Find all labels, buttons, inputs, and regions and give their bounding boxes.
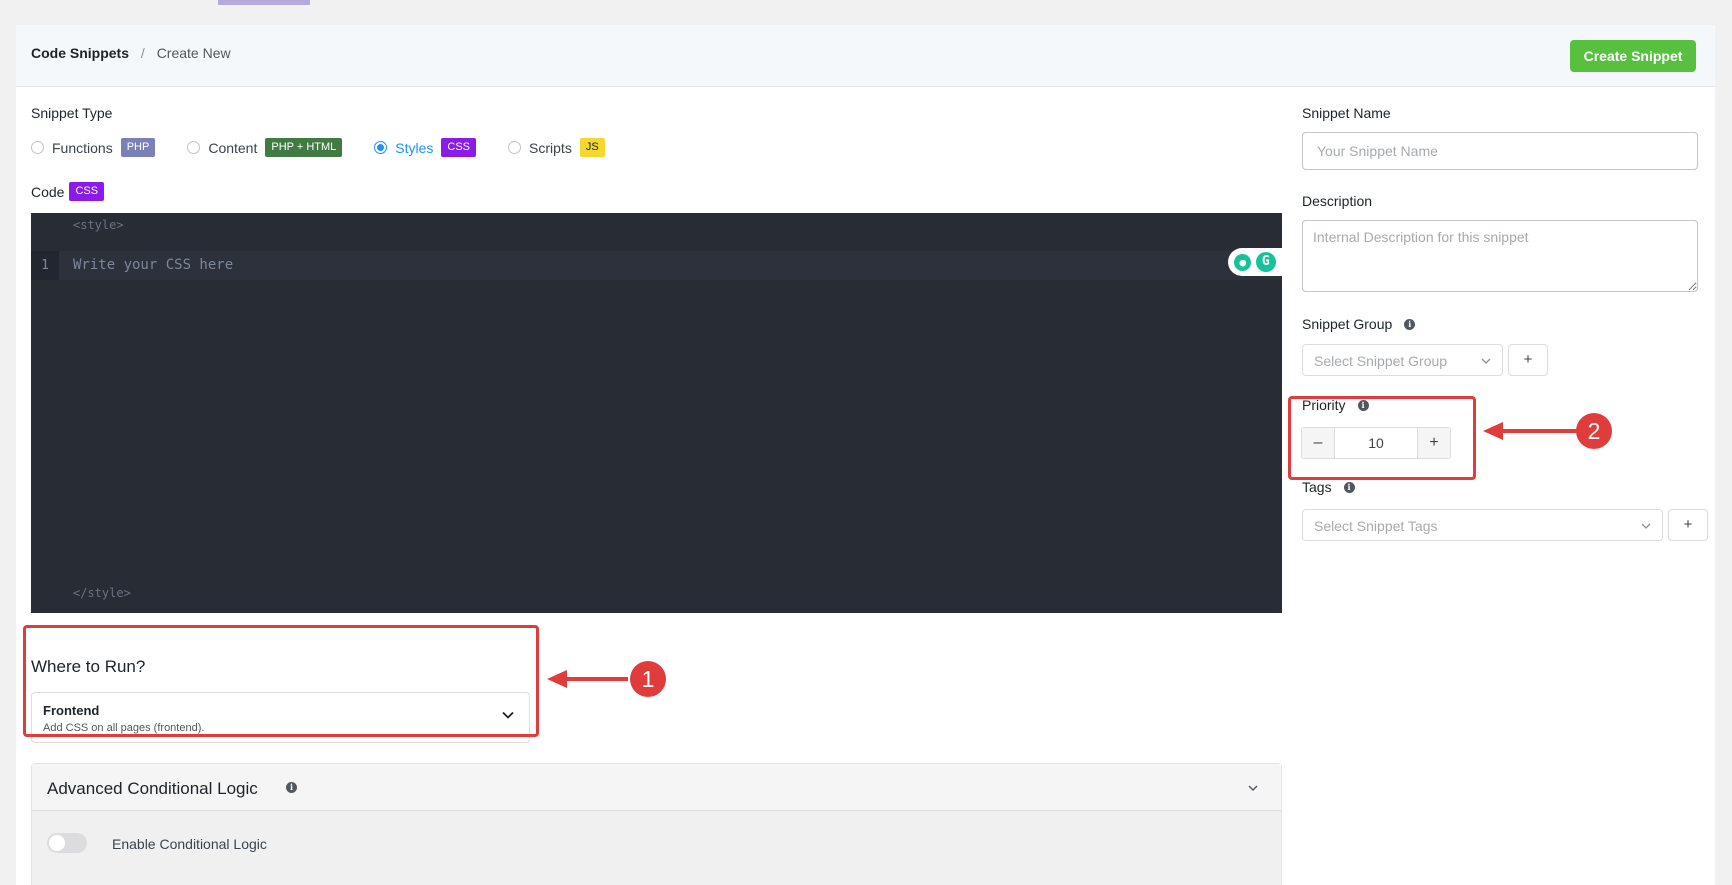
radio-label-scripts: Scripts xyxy=(529,139,572,156)
annotation-arrow-2 xyxy=(1483,422,1577,440)
chevron-down-icon xyxy=(1481,358,1491,364)
info-icon: i xyxy=(1343,481,1355,493)
grammarly-icon[interactable]: G xyxy=(1255,252,1276,272)
advanced-conditional-logic-panel: Advanced Conditional Logic i Enable Cond… xyxy=(31,763,1282,885)
js-badge: JS xyxy=(579,138,605,157)
top-tab-indicator xyxy=(218,0,310,5)
radio-circle-scripts[interactable] xyxy=(508,141,522,154)
snippet-name-input[interactable] xyxy=(1302,132,1698,170)
tags-label-row: Tags i xyxy=(1302,479,1355,495)
snippet-tags-select[interactable]: Select Snippet Tags xyxy=(1302,509,1663,541)
radio-circle-functions[interactable] xyxy=(31,141,44,154)
advanced-panel-header[interactable]: Advanced Conditional Logic i xyxy=(32,764,1281,811)
code-css-badge: CSS xyxy=(69,182,105,201)
snippet-type-radio-group: Functions PHP Content PHP + HTML Styles … xyxy=(31,138,637,157)
snippet-group-select[interactable]: Select Snippet Group xyxy=(1302,344,1503,376)
snippet-tags-placeholder: Select Snippet Tags xyxy=(1314,518,1438,534)
lightbulb-icon[interactable]: ● xyxy=(1234,253,1252,271)
annotation-callout-1: 1 xyxy=(630,661,666,697)
line-number: 1 xyxy=(31,251,59,280)
code-placeholder[interactable]: Write your CSS here xyxy=(73,251,233,280)
radio-scripts[interactable]: Scripts JS xyxy=(508,138,605,157)
add-snippet-tags-button[interactable]: + xyxy=(1668,509,1708,541)
breadcrumb-current: Create New xyxy=(156,45,231,61)
chevron-down-icon[interactable] xyxy=(1247,782,1259,794)
annotation-arrow-1 xyxy=(547,670,628,688)
php-html-badge: PHP + HTML xyxy=(265,138,343,157)
conditional-logic-toggle[interactable] xyxy=(47,833,87,853)
annotation-callout-2: 2 xyxy=(1576,413,1612,449)
snippet-name-label: Snippet Name xyxy=(1302,105,1391,121)
code-label-row: Code CSS xyxy=(31,182,105,201)
snippet-type-label: Snippet Type xyxy=(31,105,113,121)
grammarly-widget[interactable]: ● G xyxy=(1228,248,1282,276)
code-editor[interactable]: <style> 1 Write your CSS here ● G </styl… xyxy=(31,213,1282,613)
add-snippet-group-button[interactable]: + xyxy=(1508,344,1548,376)
radio-functions[interactable]: Functions PHP xyxy=(31,138,156,157)
radio-label-functions: Functions xyxy=(52,139,113,156)
breadcrumb: Code Snippets / Create New xyxy=(31,45,231,61)
snippet-group-placeholder: Select Snippet Group xyxy=(1314,353,1448,369)
tags-label: Tags xyxy=(1302,479,1332,495)
breadcrumb-separator: / xyxy=(140,45,145,61)
style-open-tag: <style> xyxy=(73,218,124,232)
radio-label-styles: Styles xyxy=(395,139,434,156)
conditional-logic-toggle-label: Enable Conditional Logic xyxy=(112,836,267,852)
radio-circle-styles[interactable] xyxy=(374,141,388,154)
breadcrumb-root[interactable]: Code Snippets xyxy=(31,45,129,61)
radio-circle-content[interactable] xyxy=(187,141,201,154)
css-badge: CSS xyxy=(441,138,477,157)
advanced-panel-title: Advanced Conditional Logic xyxy=(47,779,258,798)
snippet-group-label: Snippet Group xyxy=(1302,316,1393,332)
radio-content[interactable]: Content PHP + HTML xyxy=(187,138,343,157)
radio-label-content: Content xyxy=(208,139,258,156)
info-icon: i xyxy=(1404,318,1416,330)
description-label: Description xyxy=(1302,193,1373,209)
panel-header: Code Snippets / Create New Create Snippe… xyxy=(16,25,1715,87)
create-snippet-button[interactable]: Create Snippet xyxy=(1570,40,1696,72)
info-icon: i xyxy=(286,782,297,793)
php-badge: PHP xyxy=(120,138,156,157)
radio-styles[interactable]: Styles CSS xyxy=(374,138,477,157)
style-close-tag: </style> xyxy=(73,586,131,600)
chevron-down-icon xyxy=(1641,523,1651,529)
snippet-group-label-row: Snippet Group i xyxy=(1302,316,1416,332)
annotation-box-2 xyxy=(1288,396,1476,480)
annotation-box-1 xyxy=(23,625,539,737)
code-label: Code xyxy=(31,183,65,200)
description-textarea[interactable] xyxy=(1302,220,1698,292)
